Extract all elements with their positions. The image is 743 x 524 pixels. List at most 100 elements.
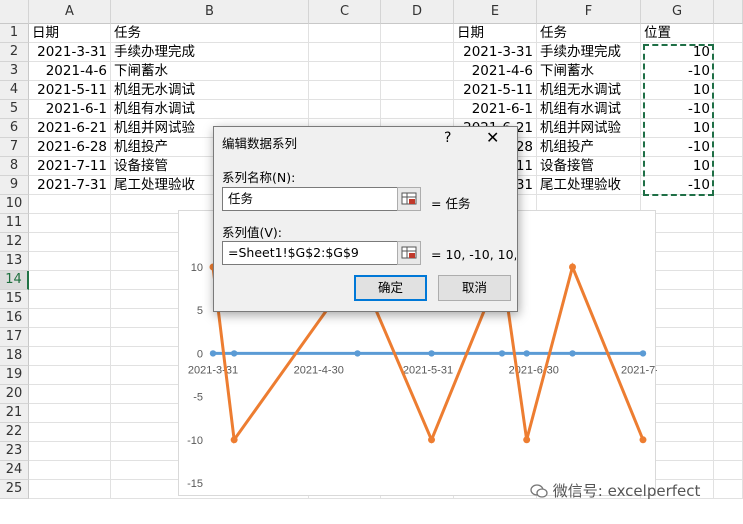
- row-header-2[interactable]: 2: [0, 43, 29, 62]
- cell-f3[interactable]: 下闸蓄水: [537, 62, 641, 81]
- series-name-input[interactable]: 任务: [222, 187, 400, 211]
- cell-f8[interactable]: 设备接管: [537, 157, 641, 176]
- cell-a8[interactable]: 2021-7-11: [29, 157, 111, 176]
- cell-e2[interactable]: 2021-3-31: [454, 43, 537, 62]
- row-header-14[interactable]: 14: [0, 271, 29, 290]
- cell-h23[interactable]: [714, 442, 743, 461]
- row-header-11[interactable]: 11: [0, 214, 29, 233]
- cell-c5[interactable]: [309, 100, 381, 119]
- cell-h20[interactable]: [714, 385, 743, 404]
- cell-c1[interactable]: [309, 24, 381, 43]
- cell-a21[interactable]: [29, 404, 111, 423]
- cell-b3[interactable]: 下闸蓄水: [111, 62, 309, 81]
- cell-a24[interactable]: [29, 461, 111, 480]
- cell-b4[interactable]: 机组无水调试: [111, 81, 309, 100]
- cell-h15[interactable]: [714, 290, 743, 309]
- cell-f2[interactable]: 手续办理完成: [537, 43, 641, 62]
- range-select-icon[interactable]: [397, 187, 421, 211]
- cell-h6[interactable]: [714, 119, 743, 138]
- cell-h22[interactable]: [714, 423, 743, 442]
- cell-e1[interactable]: 日期: [454, 24, 537, 43]
- row-header-19[interactable]: 19: [0, 366, 29, 385]
- cell-a18[interactable]: [29, 347, 111, 366]
- cell-h11[interactable]: [714, 214, 743, 233]
- cell-a14[interactable]: [29, 271, 111, 290]
- row-header-4[interactable]: 4: [0, 81, 29, 100]
- cell-c4[interactable]: [309, 81, 381, 100]
- cell-c3[interactable]: [309, 62, 381, 81]
- row-header-3[interactable]: 3: [0, 62, 29, 81]
- col-header-f[interactable]: F: [537, 0, 641, 24]
- row-header-21[interactable]: 21: [0, 404, 29, 423]
- cell-c2[interactable]: [309, 43, 381, 62]
- close-icon[interactable]: ✕: [486, 128, 499, 147]
- cell-a23[interactable]: [29, 442, 111, 461]
- cell-a20[interactable]: [29, 385, 111, 404]
- cell-h2[interactable]: [714, 43, 743, 62]
- cell-e3[interactable]: 2021-4-6: [454, 62, 537, 81]
- row-header-5[interactable]: 5: [0, 100, 29, 119]
- cell-h12[interactable]: [714, 233, 743, 252]
- cell-h4[interactable]: [714, 81, 743, 100]
- cell-a25[interactable]: [29, 480, 111, 499]
- cell-a9[interactable]: 2021-7-31: [29, 176, 111, 195]
- col-header-a[interactable]: A: [29, 0, 111, 24]
- cell-d5[interactable]: [381, 100, 454, 119]
- row-header-10[interactable]: 10: [0, 195, 29, 214]
- cell-h9[interactable]: [714, 176, 743, 195]
- cell-h14[interactable]: [714, 271, 743, 290]
- row-header-20[interactable]: 20: [0, 385, 29, 404]
- col-header-d[interactable]: D: [381, 0, 454, 24]
- cell-a12[interactable]: [29, 233, 111, 252]
- series-values-input[interactable]: =Sheet1!$G$2:$G$9: [222, 241, 400, 265]
- cell-b1[interactable]: 任务: [111, 24, 309, 43]
- cell-h25[interactable]: [714, 480, 743, 499]
- cell-h8[interactable]: [714, 157, 743, 176]
- cell-h24[interactable]: [714, 461, 743, 480]
- cell-h7[interactable]: [714, 138, 743, 157]
- row-header-12[interactable]: 12: [0, 233, 29, 252]
- cell-a4[interactable]: 2021-5-11: [29, 81, 111, 100]
- col-header-c[interactable]: C: [309, 0, 381, 24]
- select-all-corner[interactable]: [0, 0, 29, 24]
- ok-button[interactable]: 确定: [354, 275, 427, 301]
- cell-a6[interactable]: 2021-6-21: [29, 119, 111, 138]
- cell-d1[interactable]: [381, 24, 454, 43]
- cell-h1[interactable]: [714, 24, 743, 43]
- row-header-17[interactable]: 17: [0, 328, 29, 347]
- cell-f9[interactable]: 尾工处理验收: [537, 176, 641, 195]
- cell-h19[interactable]: [714, 366, 743, 385]
- range-select-icon[interactable]: [397, 241, 421, 265]
- row-header-7[interactable]: 7: [0, 138, 29, 157]
- cell-a5[interactable]: 2021-6-1: [29, 100, 111, 119]
- cell-a3[interactable]: 2021-4-6: [29, 62, 111, 81]
- cell-a13[interactable]: [29, 252, 111, 271]
- row-header-8[interactable]: 8: [0, 157, 29, 176]
- cell-a15[interactable]: [29, 290, 111, 309]
- col-header-h[interactable]: [714, 0, 743, 24]
- col-header-g[interactable]: G: [641, 0, 714, 24]
- cancel-button[interactable]: 取消: [438, 275, 511, 301]
- row-header-22[interactable]: 22: [0, 423, 29, 442]
- row-header-6[interactable]: 6: [0, 119, 29, 138]
- help-button[interactable]: ?: [444, 130, 451, 146]
- cell-h10[interactable]: [714, 195, 743, 214]
- row-header-18[interactable]: 18: [0, 347, 29, 366]
- row-header-1[interactable]: 1: [0, 24, 29, 43]
- row-header-13[interactable]: 13: [0, 252, 29, 271]
- row-header-25[interactable]: 25: [0, 480, 29, 499]
- cell-f1[interactable]: 任务: [537, 24, 641, 43]
- cell-h13[interactable]: [714, 252, 743, 271]
- cell-f5[interactable]: 机组有水调试: [537, 100, 641, 119]
- cell-a19[interactable]: [29, 366, 111, 385]
- row-header-15[interactable]: 15: [0, 290, 29, 309]
- cell-f7[interactable]: 机组投产: [537, 138, 641, 157]
- col-header-e[interactable]: E: [454, 0, 537, 24]
- cell-a11[interactable]: [29, 214, 111, 233]
- row-header-23[interactable]: 23: [0, 442, 29, 461]
- cell-f6[interactable]: 机组并网试验: [537, 119, 641, 138]
- cell-h5[interactable]: [714, 100, 743, 119]
- cell-d4[interactable]: [381, 81, 454, 100]
- cell-h21[interactable]: [714, 404, 743, 423]
- cell-a17[interactable]: [29, 328, 111, 347]
